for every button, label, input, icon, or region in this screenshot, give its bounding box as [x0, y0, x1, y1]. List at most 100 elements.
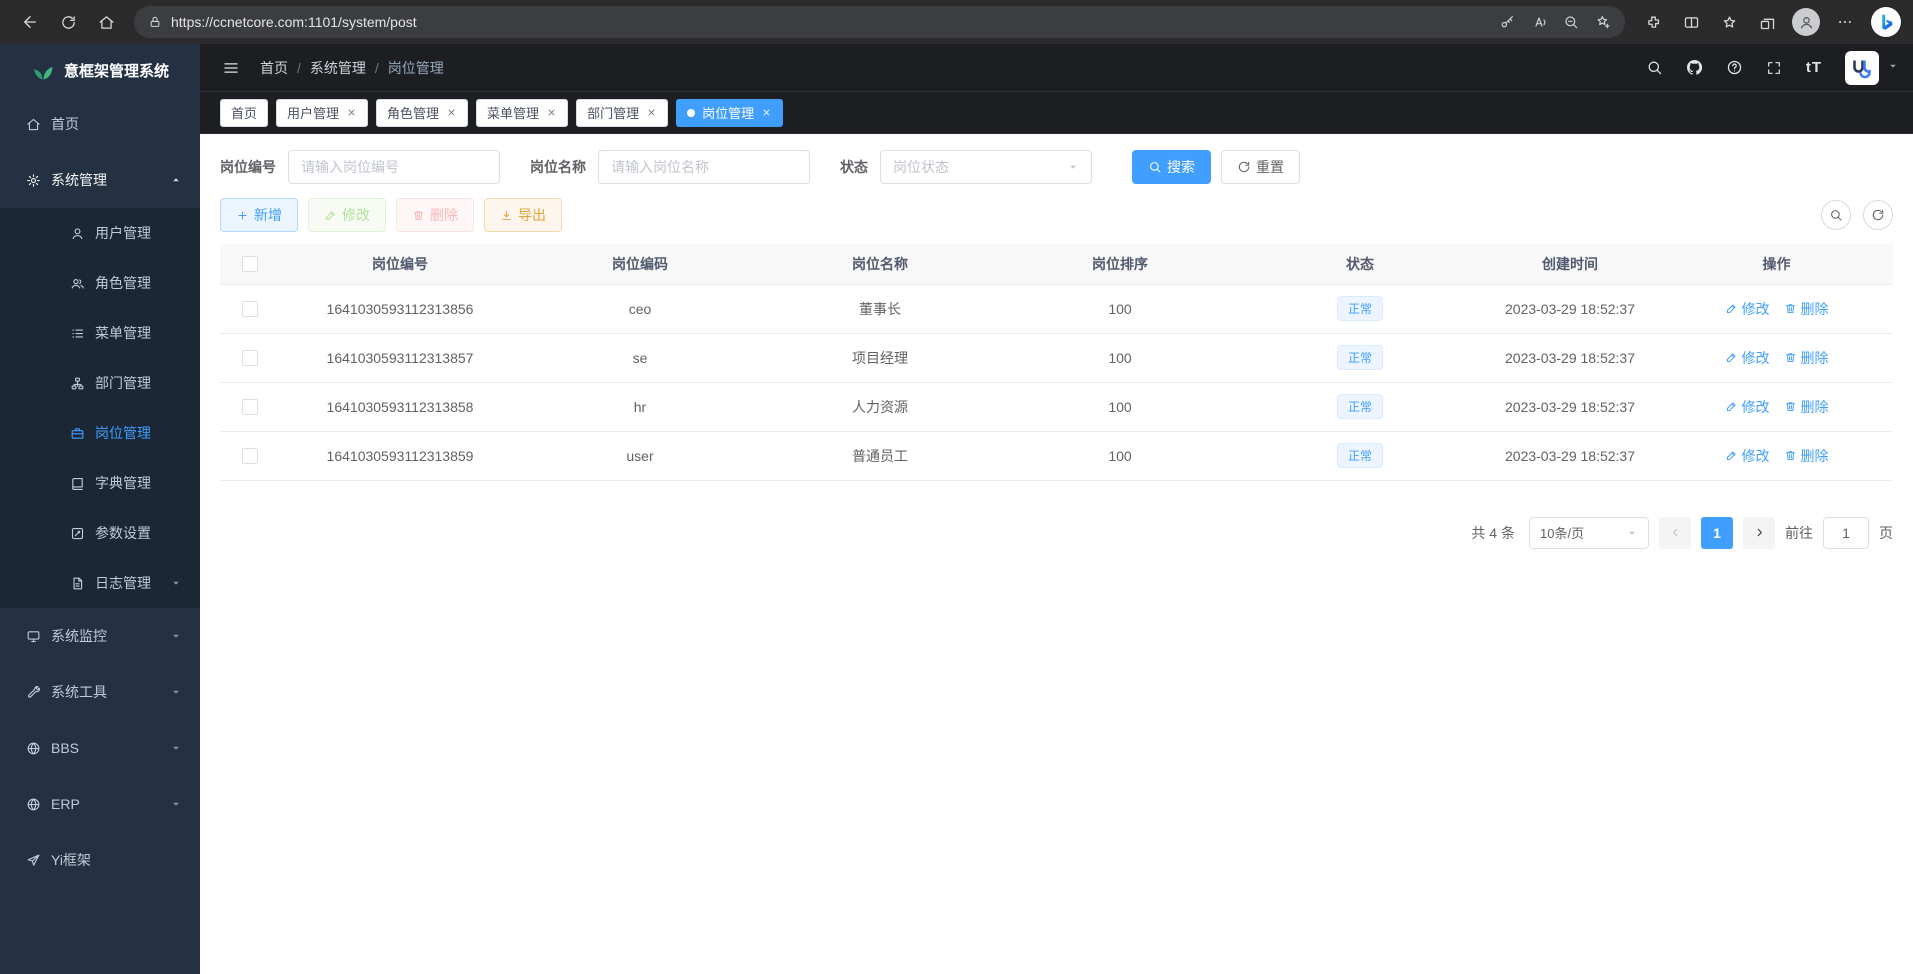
edit-icon — [1725, 302, 1738, 315]
row-delete-button[interactable]: 删除 — [1784, 299, 1829, 319]
row-edit-button[interactable]: 修改 — [1725, 348, 1770, 368]
next-page-button[interactable] — [1743, 517, 1775, 549]
tab-home[interactable]: 首页 — [220, 99, 268, 127]
sidebar-item-system-monitor[interactable]: 系统监控 — [0, 608, 200, 664]
page-size-select[interactable]: 10条/页 — [1529, 517, 1649, 549]
add-favorite-icon[interactable] — [1595, 14, 1611, 30]
row-edit-button[interactable]: 修改 — [1725, 299, 1770, 319]
tab-menu-mgmt[interactable]: 菜单管理 — [476, 99, 568, 127]
page-number-button[interactable]: 1 — [1701, 517, 1733, 549]
avatar-dropdown-caret[interactable] — [1887, 59, 1899, 77]
post-name-input[interactable] — [598, 150, 810, 184]
app-title: 意框架管理系统 — [64, 60, 169, 81]
copilot-bing-button[interactable] — [1871, 7, 1901, 37]
tab-post-mgmt[interactable]: 岗位管理 — [676, 99, 783, 127]
breadcrumb-item[interactable]: 首页 — [260, 58, 288, 78]
row-delete-button[interactable]: 删除 — [1784, 397, 1829, 417]
row-delete-button[interactable]: 删除 — [1784, 348, 1829, 368]
close-icon[interactable] — [446, 107, 457, 118]
split-screen-icon — [1683, 14, 1700, 31]
sidebar-item-system-mgmt[interactable]: 系统管理 — [0, 152, 200, 208]
button-label: 修改 — [342, 205, 370, 225]
user-avatar[interactable] — [1845, 51, 1879, 85]
table-row: 1641030593112313856ceo董事长100正常2023-03-29… — [220, 284, 1893, 333]
caret-down-icon — [170, 798, 182, 810]
cell-post-sort: 100 — [1000, 284, 1240, 333]
tab-user-mgmt[interactable]: 用户管理 — [276, 99, 368, 127]
breadcrumb-item[interactable]: 系统管理 — [310, 58, 366, 78]
export-button[interactable]: 导出 — [484, 198, 562, 232]
row-checkbox[interactable] — [242, 399, 258, 415]
sidebar-item-role-mgmt[interactable]: 角色管理 — [0, 258, 200, 308]
select-all-checkbox[interactable] — [242, 256, 258, 272]
browser-more-button[interactable] — [1827, 5, 1863, 39]
close-icon[interactable] — [346, 107, 357, 118]
sidebar-item-post-mgmt[interactable]: 岗位管理 — [0, 408, 200, 458]
read-aloud-icon[interactable] — [1531, 14, 1547, 30]
browser-home-button[interactable] — [88, 5, 124, 39]
search-button[interactable]: 搜索 — [1132, 150, 1211, 184]
sidebar-item-dict-mgmt[interactable]: 字典管理 — [0, 458, 200, 508]
post-id-input[interactable] — [288, 150, 500, 184]
refresh-table-button[interactable] — [1863, 200, 1893, 230]
browser-back-button[interactable] — [12, 5, 48, 39]
row-delete-button[interactable]: 删除 — [1784, 446, 1829, 466]
github-button[interactable] — [1677, 51, 1711, 85]
globe-icon — [26, 797, 41, 812]
url-text[interactable]: https://ccnetcore.com:1101/system/post — [171, 14, 1499, 30]
favorites-button[interactable] — [1711, 5, 1747, 39]
goto-page-input[interactable] — [1823, 517, 1869, 549]
row-edit-button[interactable]: 修改 — [1725, 446, 1770, 466]
lock-icon — [148, 15, 162, 29]
address-bar[interactable]: https://ccnetcore.com:1101/system/post — [134, 6, 1625, 38]
tab-label: 部门管理 — [587, 103, 639, 122]
row-edit-button[interactable]: 修改 — [1725, 397, 1770, 417]
tab-dept-mgmt[interactable]: 部门管理 — [576, 99, 668, 127]
sidebar-item-user-mgmt[interactable]: 用户管理 — [0, 208, 200, 258]
prev-page-button[interactable] — [1659, 517, 1691, 549]
search-button-label: 搜索 — [1167, 157, 1195, 177]
row-checkbox[interactable] — [242, 350, 258, 366]
reset-button[interactable]: 重置 — [1221, 150, 1300, 184]
status-select[interactable]: 岗位状态 — [880, 150, 1092, 184]
cell-post-sort: 100 — [1000, 431, 1240, 480]
extensions-button[interactable] — [1635, 5, 1671, 39]
sidebar-item-erp[interactable]: ERP — [0, 776, 200, 832]
docs-help-button[interactable] — [1717, 51, 1751, 85]
caret-down-icon — [1626, 527, 1638, 539]
add-button[interactable]: 新增 — [220, 198, 298, 232]
sidebar-item-system-tools[interactable]: 系统工具 — [0, 664, 200, 720]
font-size-button[interactable]: tT — [1797, 51, 1831, 85]
sidebar-item-menu-mgmt[interactable]: 菜单管理 — [0, 308, 200, 358]
header-search-button[interactable] — [1637, 51, 1671, 85]
split-screen-button[interactable] — [1673, 5, 1709, 39]
row-checkbox[interactable] — [242, 448, 258, 464]
page-size-value: 10条/页 — [1540, 523, 1584, 542]
collections-button[interactable] — [1749, 5, 1785, 39]
reset-button-label: 重置 — [1256, 157, 1284, 177]
sidebar-item-home[interactable]: 首页 — [0, 96, 200, 152]
tab-role-mgmt[interactable]: 角色管理 — [376, 99, 468, 127]
toggle-search-button[interactable] — [1821, 200, 1851, 230]
edit-button[interactable]: 修改 — [308, 198, 386, 232]
app-navbar: 首页/系统管理/岗位管理 tT — [200, 44, 1913, 92]
zoom-out-icon[interactable] — [1563, 14, 1579, 30]
browser-profile-avatar[interactable] — [1792, 8, 1820, 36]
sidebar-toggle-button[interactable] — [214, 51, 248, 85]
sidebar-item-log-mgmt[interactable]: 日志管理 — [0, 558, 200, 608]
document-icon — [70, 576, 85, 591]
sidebar-item-label: 字典管理 — [95, 473, 151, 493]
browser-refresh-button[interactable] — [50, 5, 86, 39]
row-checkbox[interactable] — [242, 301, 258, 317]
close-icon[interactable] — [761, 107, 772, 118]
password-key-icon[interactable] — [1499, 14, 1515, 30]
fullscreen-button[interactable] — [1757, 51, 1791, 85]
sidebar-item-yi-framework[interactable]: Yi框架 — [0, 832, 200, 888]
sidebar-item-bbs[interactable]: BBS — [0, 720, 200, 776]
close-icon[interactable] — [546, 107, 557, 118]
sidebar-item-dept-mgmt[interactable]: 部门管理 — [0, 358, 200, 408]
cell-post-id: 1641030593112313856 — [280, 284, 520, 333]
sidebar-item-param-settings[interactable]: 参数设置 — [0, 508, 200, 558]
delete-button[interactable]: 删除 — [396, 198, 474, 232]
close-icon[interactable] — [646, 107, 657, 118]
